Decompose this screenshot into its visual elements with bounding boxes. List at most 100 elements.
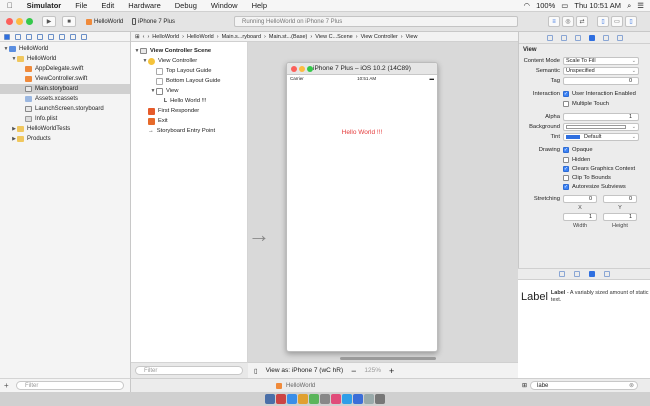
content-mode-select[interactable]: Scale To Fill ⌄: [563, 57, 639, 65]
sidebar-toggle-icon[interactable]: ▯: [254, 367, 258, 375]
menu-edit[interactable]: Edit: [94, 1, 121, 10]
menu-help[interactable]: Help: [245, 1, 274, 10]
outline-item[interactable]: First Responder: [131, 106, 247, 116]
menu-debug[interactable]: Debug: [168, 1, 204, 10]
clear-search-icon[interactable]: ⊗: [629, 382, 634, 389]
sim-minimize-icon[interactable]: [299, 66, 305, 72]
trash-dock-icon[interactable]: [375, 394, 385, 404]
library-search-input[interactable]: labe ⊗: [530, 381, 639, 390]
outline-item[interactable]: Exit: [131, 116, 247, 126]
zoom-out-icon[interactable]: −: [351, 366, 356, 376]
wifi-icon[interactable]: ◠: [524, 1, 531, 10]
search-icon[interactable]: ⌕: [627, 1, 631, 11]
jump-crumb-6[interactable]: View: [406, 34, 418, 40]
code-snippet-library-icon[interactable]: [573, 271, 580, 277]
simulator-window[interactable]: iPhone 7 Plus – iOS 10.2 (14C89) Carrier…: [286, 62, 438, 352]
navigator-item[interactable]: ▼ HelloWorld: [0, 44, 130, 54]
menu-hardware[interactable]: Hardware: [121, 1, 168, 10]
xcode-dock-icon[interactable]: [353, 394, 363, 404]
view-as-label[interactable]: View as: iPhone 7 (wC hR): [266, 367, 344, 374]
hidden-checkbox[interactable]: [563, 156, 569, 163]
outline-item[interactable]: ▼ View: [131, 86, 247, 96]
file-inspector-tab-icon[interactable]: [546, 34, 553, 41]
multiple-touch-checkbox[interactable]: [563, 101, 569, 107]
library-item-label[interactable]: Label Label - A variably sized amount of…: [518, 282, 650, 312]
stop-button[interactable]: ■: [62, 16, 76, 27]
toggle-inspector-button[interactable]: ▯: [625, 16, 637, 27]
debug-target[interactable]: HelloWorld: [286, 383, 315, 389]
jump-crumb-1[interactable]: HelloWorld: [187, 34, 214, 40]
entry-point-arrow-icon[interactable]: →: [248, 222, 270, 248]
project-navigator-tab-icon[interactable]: [4, 33, 10, 40]
back-icon[interactable]: ‹: [143, 34, 145, 40]
device-selector[interactable]: iPhone 7 Plus: [132, 16, 175, 27]
autoresize-checkbox[interactable]: ✓: [563, 183, 569, 190]
finder-dock-icon[interactable]: [265, 394, 275, 404]
scheme-selector[interactable]: HelloWorld: [86, 16, 123, 27]
navigator-item[interactable]: Main.storyboard: [0, 84, 130, 94]
clip-bounds-checkbox[interactable]: [563, 174, 569, 181]
navigator-item[interactable]: LaunchScreen.storyboard: [0, 104, 130, 114]
menu-list-icon[interactable]: ☰: [637, 1, 644, 10]
run-button[interactable]: ▶: [42, 16, 56, 27]
find-navigator-tab-icon[interactable]: [26, 33, 32, 40]
forward-icon[interactable]: ›: [147, 34, 149, 40]
tint-color-select[interactable]: Default ⌄: [563, 133, 639, 141]
minimize-window-icon[interactable]: [16, 18, 23, 25]
user-interaction-checkbox[interactable]: ✓: [563, 91, 569, 97]
stretch-height-field[interactable]: 1: [603, 213, 637, 221]
quick-help-tab-icon[interactable]: [560, 34, 567, 41]
mail-dock-icon[interactable]: [298, 394, 308, 404]
test-navigator-tab-icon[interactable]: [48, 33, 54, 40]
navigator-item[interactable]: ViewController.swift: [0, 74, 130, 84]
messages-dock-icon[interactable]: [309, 394, 319, 404]
app-menu[interactable]: Simulator: [20, 1, 69, 10]
clock[interactable]: Thu 10:51 AM: [574, 1, 621, 10]
identity-inspector-tab-icon[interactable]: [574, 34, 581, 41]
jump-crumb-0[interactable]: HelloWorld: [152, 34, 179, 40]
outline-filter-input[interactable]: Filter: [135, 366, 243, 375]
sim-close-icon[interactable]: [291, 66, 297, 72]
outline-item[interactable]: L Hello World !!!: [131, 96, 247, 106]
opaque-checkbox[interactable]: ✓: [563, 147, 569, 153]
symbol-navigator-tab-icon[interactable]: [15, 33, 21, 40]
close-window-icon[interactable]: [6, 18, 13, 25]
background-color-select[interactable]: ⌄: [563, 123, 639, 131]
assistant-editor-button[interactable]: ◎: [562, 16, 574, 27]
stretch-y-field[interactable]: 0: [603, 195, 637, 203]
music-dock-icon[interactable]: [331, 394, 341, 404]
file-template-library-icon[interactable]: [558, 271, 565, 277]
semantic-select[interactable]: Unspecified ⌄: [563, 67, 639, 75]
navigator-item[interactable]: Info.plist: [0, 114, 130, 124]
object-library-icon[interactable]: [588, 271, 595, 277]
outline-item[interactable]: → Storyboard Entry Point: [131, 126, 247, 136]
tag-field[interactable]: 0: [563, 77, 639, 85]
stretch-x-field[interactable]: 0: [563, 195, 597, 203]
outline-item[interactable]: Bottom Layout Guide: [131, 76, 247, 86]
jump-crumb-5[interactable]: View Controller: [361, 34, 398, 40]
grid-view-icon[interactable]: ⊞: [522, 382, 527, 389]
navigator-item[interactable]: ▶ HelloWorldTests: [0, 124, 130, 134]
canvas-scrollbar[interactable]: [340, 357, 436, 360]
zoom-in-icon[interactable]: +: [389, 366, 394, 376]
navigator-item[interactable]: ▶ Products: [0, 134, 130, 144]
zoom-window-icon[interactable]: [26, 18, 33, 25]
standard-editor-button[interactable]: ≡: [548, 16, 560, 27]
navigator-item[interactable]: Assets.xcassets: [0, 94, 130, 104]
alpha-field[interactable]: 1: [563, 113, 639, 121]
clears-graphics-checkbox[interactable]: ✓: [563, 165, 569, 172]
debug-navigator-tab-icon[interactable]: [59, 33, 65, 40]
outline-item[interactable]: ▼ View Controller: [131, 56, 247, 66]
add-file-icon[interactable]: +: [4, 381, 9, 390]
launchpad-dock-icon[interactable]: [276, 394, 286, 404]
settings-dock-icon[interactable]: [320, 394, 330, 404]
stretch-width-field[interactable]: 1: [563, 213, 597, 221]
simulator-dock-icon[interactable]: [364, 394, 374, 404]
outline-item[interactable]: ▼ View Controller Scene: [131, 46, 247, 56]
media-library-icon[interactable]: [603, 271, 610, 277]
jump-crumb-4[interactable]: View C...Scene: [315, 34, 353, 40]
version-editor-button[interactable]: ⇄: [576, 16, 588, 27]
attributes-inspector-tab-icon[interactable]: [588, 34, 595, 41]
apple-menu-icon[interactable]: : [0, 1, 20, 10]
related-items-icon[interactable]: ⊞: [135, 34, 140, 40]
